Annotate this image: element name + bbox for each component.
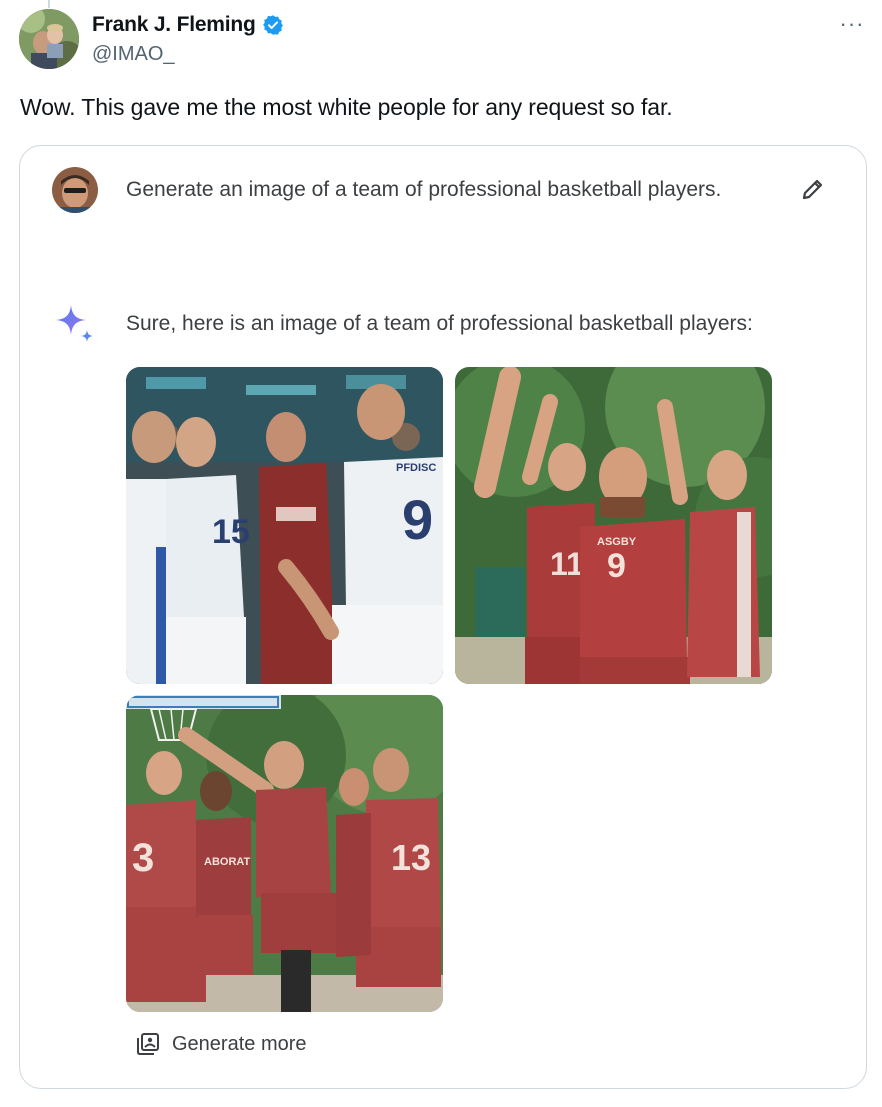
jersey-number-11: 11 [550,546,584,582]
generated-image-2[interactable]: 11 ASGBY 9 [455,367,772,684]
author-name-row: Frank J. Fleming [92,13,284,37]
jersey-number-13: 13 [391,837,431,878]
pencil-edit-icon [802,179,823,200]
generated-image-1[interactable]: 15 PFDISC 9 [126,367,443,684]
author-handle[interactable]: @IMAO_ [92,43,175,66]
generate-more-label: Generate more [172,1032,307,1055]
jersey-print-text: PFDISC [396,462,436,474]
gemini-response-text: Sure, here is an image of a team of prof… [126,312,753,335]
embedded-gemini-card: Generate an image of a team of professio… [19,145,867,1089]
generate-more-button[interactable]: Generate more [136,1032,307,1056]
author-avatar[interactable] [19,9,79,69]
more-options-button[interactable]: ··· [832,10,872,38]
gemini-sparkle-icon [54,303,96,345]
jersey-number-9: 9 [607,547,626,585]
user-avatar [52,167,98,213]
edit-prompt-button[interactable] [798,174,828,204]
thread-connector-line [48,0,50,8]
jersey-print-text: ABORAT [204,856,251,868]
author-name[interactable]: Frank J. Fleming [92,13,256,37]
tweet-text: Wow. This gave me the most white people … [20,94,673,120]
image-stack-icon [137,1033,159,1055]
user-prompt-text: Generate an image of a team of professio… [126,178,722,201]
generated-image-3[interactable]: 3 ABORAT 13 [126,695,443,1012]
more-options-icon: ··· [839,11,865,36]
verified-badge-icon [262,14,284,36]
jersey-number-3: 3 [132,836,154,880]
jersey-number-15: 15 [212,513,250,551]
jersey-number-9: 9 [402,488,433,551]
